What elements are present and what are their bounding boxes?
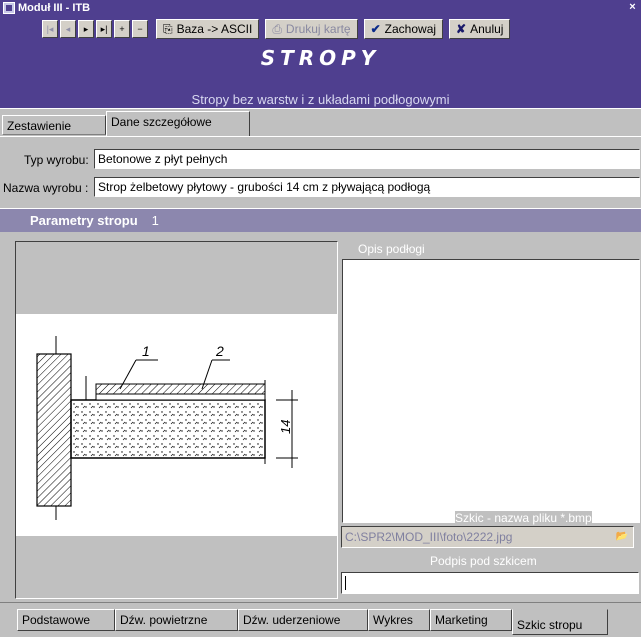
print-card-label: Drukuj kartę [285, 22, 351, 36]
cancel-label: Anuluj [470, 22, 504, 36]
app-icon [3, 2, 15, 14]
params-number: 1 [151, 213, 159, 228]
top-tabs: Zestawienie Dane szczegółowe [0, 108, 641, 137]
szkic-file-field[interactable]: C:\SPR2\MOD_III\foto\2222.jpg 📂 [341, 526, 634, 548]
cancel-button[interactable]: ✘ Anuluj [449, 19, 511, 39]
export-ascii-label: Baza -> ASCII [176, 22, 253, 36]
sketch-image: 1 2 14 [16, 314, 337, 536]
podpis-field[interactable] [341, 572, 639, 594]
tab-podstawowe[interactable]: Podstawowe [17, 609, 115, 631]
cross-icon: ✘ [456, 22, 467, 36]
text-caret [345, 576, 346, 590]
insulation-layer [95, 393, 266, 401]
detail-content: 1 2 14 Opis podłogi Szkic - nazwa pliku … [0, 232, 641, 602]
nazwa-wyrobu-label: Nazwa wyrobu : [3, 181, 89, 195]
printer-icon: ⎙ [272, 21, 282, 36]
opis-podlogi-field[interactable] [342, 259, 640, 523]
first-record-button[interactable]: |◂ [42, 20, 58, 38]
tab-marketing[interactable]: Marketing [430, 609, 512, 631]
tab-wykres[interactable]: Wykres [368, 609, 430, 631]
bottom-tabs: Podstawowe Dźw. powietrzne Dźw. uderzeni… [0, 602, 641, 637]
close-button[interactable]: × [626, 1, 639, 14]
add-record-button[interactable]: + [114, 20, 130, 38]
opis-podlogi-label: Opis podłogi [358, 242, 425, 256]
params-header: Parametry stropu 1 [0, 208, 641, 232]
page-title: STROPY [260, 46, 381, 70]
product-fields: Typ wyrobu: Betonowe z płyt pełnych Nazw… [0, 136, 641, 208]
params-label: Parametry stropu [30, 213, 138, 228]
callout-1-label: 1 [142, 343, 150, 359]
screed-layer [95, 383, 266, 395]
window-title: Moduł III - ITB [18, 2, 91, 14]
sketch-panel: 1 2 14 [15, 241, 338, 599]
floor-section-drawing: 1 2 14 [36, 336, 298, 520]
checkmark-icon: ✔ [370, 22, 381, 36]
title-bar: Moduł III - ITB × [0, 0, 641, 16]
dimension-label: 14 [278, 420, 293, 434]
nazwa-wyrobu-field[interactable]: Strop żelbetowy płytowy - grubości 14 cm… [94, 177, 640, 197]
wall-shape [36, 353, 72, 507]
callout-2-label: 2 [215, 343, 224, 359]
typ-wyrobu-label: Typ wyrobu: [24, 153, 89, 167]
save-label: Zachowaj [384, 22, 437, 36]
browse-folder-icon[interactable]: 📂 [613, 529, 631, 545]
szkic-file-label: Szkic - nazwa pliku *.bmp [455, 511, 592, 525]
tab-dzw-powietrzne[interactable]: Dźw. powietrzne [115, 609, 238, 631]
slab-shape [70, 399, 266, 459]
last-record-button[interactable]: ▸| [96, 20, 112, 38]
module-header: STROPY Stropy bez warstw i z układami po… [0, 42, 641, 108]
prev-record-button[interactable]: ◂ [60, 20, 76, 38]
szkic-file-path: C:\SPR2\MOD_III\foto\2222.jpg [345, 530, 513, 544]
tab-dane-szczegolowe[interactable]: Dane szczegółowe [106, 111, 250, 137]
toolbar: |◂ ◂ ▸ ▸| + − ⎘ Baza -> ASCII ⎙ Drukuj k… [0, 16, 641, 42]
print-card-button[interactable]: ⎙ Drukuj kartę [265, 19, 358, 39]
tab-zestawienie[interactable]: Zestawienie [2, 115, 106, 135]
export-icon: ⎘ [163, 21, 173, 36]
save-button[interactable]: ✔ Zachowaj [363, 19, 444, 39]
tab-dzw-uderzeniowe[interactable]: Dźw. uderzeniowe [238, 609, 368, 631]
typ-wyrobu-field[interactable]: Betonowe z płyt pełnych [94, 149, 640, 169]
podpis-label: Podpis pod szkicem [430, 554, 537, 568]
page-subtitle: Stropy bez warstw i z układami podłogowy… [191, 92, 450, 107]
next-record-button[interactable]: ▸ [78, 20, 94, 38]
delete-record-button[interactable]: − [132, 20, 148, 38]
tab-szkic-stropu[interactable]: Szkic stropu [512, 609, 608, 635]
export-ascii-button[interactable]: ⎘ Baza -> ASCII [156, 19, 260, 39]
